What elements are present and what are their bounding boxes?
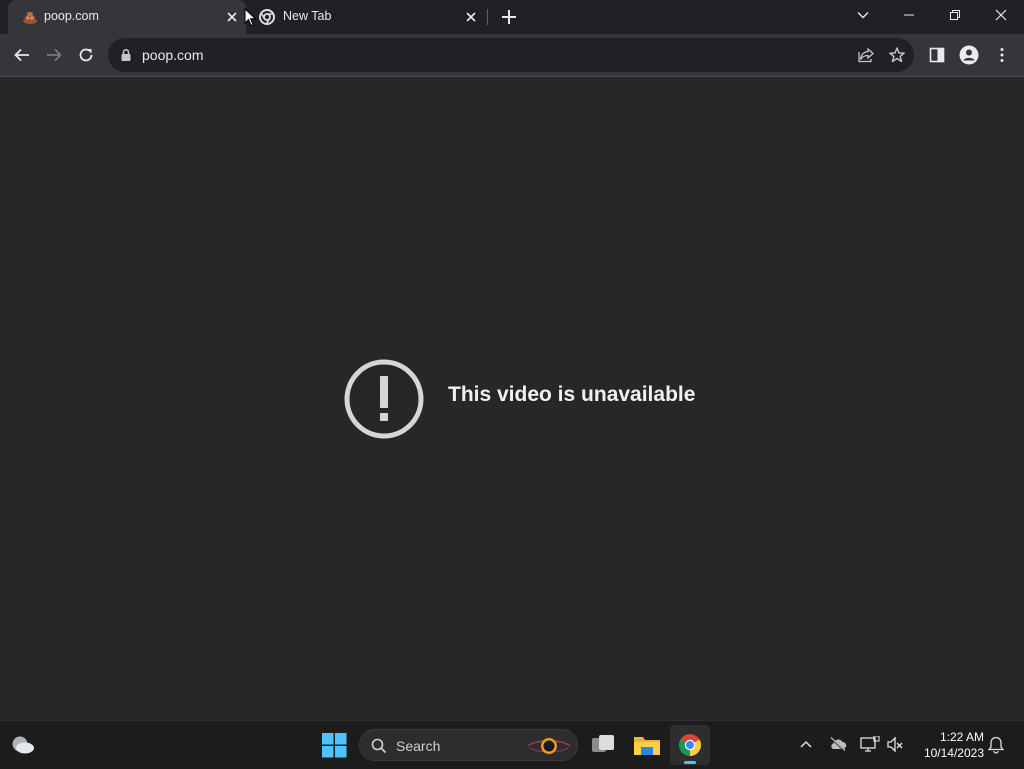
profile-button[interactable] (955, 41, 983, 69)
browser-toolbar: poop.com (0, 34, 1024, 77)
clock-date: 10/14/2023 (923, 746, 984, 760)
minimize-icon (904, 14, 914, 16)
close-tab-icon[interactable] (224, 9, 240, 25)
lock-icon[interactable] (120, 48, 132, 62)
clock-time: 1:22 AM (939, 730, 984, 744)
tab-title: poop.com (44, 9, 99, 23)
close-tab-icon[interactable] (463, 9, 479, 25)
profile-avatar-icon (959, 45, 979, 65)
bookmark-star-icon[interactable] (888, 46, 906, 64)
tab-poop[interactable]: poop.com (8, 0, 246, 34)
windows-taskbar: Search 1:22 AM 10/14/2023 (0, 720, 1024, 769)
alert-exclamation-icon (344, 359, 424, 439)
search-icon (371, 738, 387, 754)
tab-strip: poop.com New Tab (0, 0, 1024, 34)
taskbar-search-box[interactable]: Search (359, 729, 578, 761)
back-button[interactable] (8, 41, 36, 69)
weather-icon[interactable] (11, 734, 35, 756)
windows-start-icon[interactable] (322, 733, 347, 758)
close-icon (995, 9, 1007, 21)
system-clock[interactable]: 1:22 AM 10/14/2023 (914, 729, 984, 761)
side-panel-icon (929, 47, 945, 63)
reload-button[interactable] (72, 41, 100, 69)
search-label: Search (396, 738, 441, 754)
mouse-cursor-icon (244, 8, 257, 27)
poop-emoji-icon (23, 12, 37, 24)
back-arrow-icon (14, 48, 29, 62)
chrome-icon (259, 9, 275, 25)
restore-icon (950, 10, 960, 20)
page-content: This video is unavailable (0, 77, 1024, 720)
tab-search-button[interactable] (840, 0, 886, 30)
chevron-down-icon (857, 12, 869, 19)
chevron-up-icon[interactable] (799, 739, 813, 749)
address-bar[interactable]: poop.com (108, 38, 914, 72)
side-panel-button[interactable] (923, 41, 951, 69)
tab-divider (487, 9, 488, 25)
forward-arrow-icon (47, 48, 62, 62)
unavailable-message: This video is unavailable (448, 383, 696, 406)
more-vertical-icon (1000, 48, 1004, 62)
search-highlight-eclipse-icon (527, 738, 571, 754)
chrome-menu-button[interactable] (988, 41, 1016, 69)
chrome-logo-icon (679, 734, 701, 756)
reload-icon (79, 48, 93, 62)
volume-muted-icon[interactable] (886, 736, 904, 754)
tab-title: New Tab (283, 9, 332, 23)
task-view-icon[interactable] (590, 733, 616, 757)
file-explorer-icon[interactable] (633, 734, 661, 756)
active-app-indicator (684, 761, 696, 764)
minimize-button[interactable] (886, 0, 932, 30)
tab-new-tab[interactable]: New Tab (250, 0, 486, 34)
onedrive-offline-icon[interactable] (829, 736, 847, 752)
network-display-icon[interactable] (860, 736, 880, 754)
forward-button[interactable] (40, 41, 68, 69)
notification-bell-icon[interactable] (988, 736, 1004, 754)
close-window-button[interactable] (978, 0, 1024, 30)
share-icon[interactable] (857, 46, 875, 64)
new-tab-plus-icon[interactable] (499, 7, 519, 27)
restore-button[interactable] (932, 0, 978, 30)
taskbar-chrome-app[interactable] (670, 725, 710, 765)
url-text[interactable]: poop.com (142, 47, 203, 63)
